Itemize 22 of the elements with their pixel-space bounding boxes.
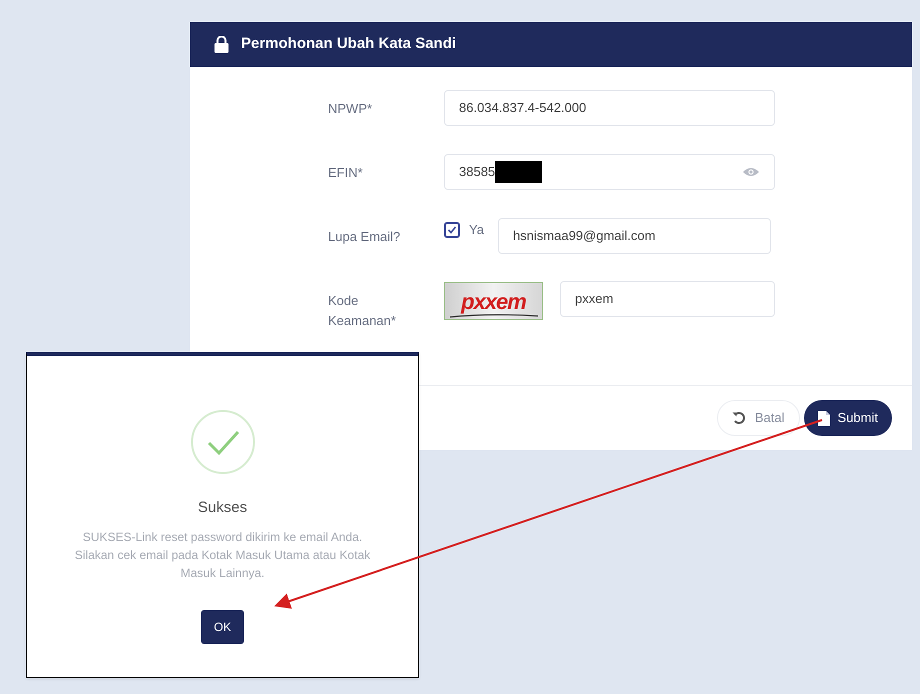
checkbox[interactable] [444,222,460,238]
submit-button[interactable]: Submit [804,400,892,436]
input-field[interactable]: 38585 [444,154,775,190]
dialog-title: Sukses [198,498,248,518]
field-label: Lupa Email? [328,228,402,246]
document-icon [818,410,830,426]
email-field[interactable]: hsnismaa99@gmail.com [498,218,771,254]
undo-icon [732,411,746,425]
checkbox-label: Ya [469,221,484,239]
checkmark-icon [447,224,457,235]
field-value: 38585 [459,163,496,182]
panel-title: Permohonan Ubah Kata Sandi [241,34,456,54]
dialog-message: SUKSES-Link reset password dikirim ke email Anda. Silakan cek email pada Kotak Masuk Utama atau Kotak Masuk Lainnya. [74,528,372,582]
ok-button[interactable]: OK [201,610,244,644]
lock-icon [214,36,229,53]
input-field[interactable]: 86.034.837.4-542.000 [444,90,775,126]
captcha-image: pxxem [444,282,543,320]
field-label: EFIN* [328,164,364,182]
success-check-icon [190,409,256,475]
field-label: NPWP* [328,100,374,118]
field-label: Kode Keamanan* [328,292,397,330]
input-field[interactable]: pxxem [560,281,775,317]
